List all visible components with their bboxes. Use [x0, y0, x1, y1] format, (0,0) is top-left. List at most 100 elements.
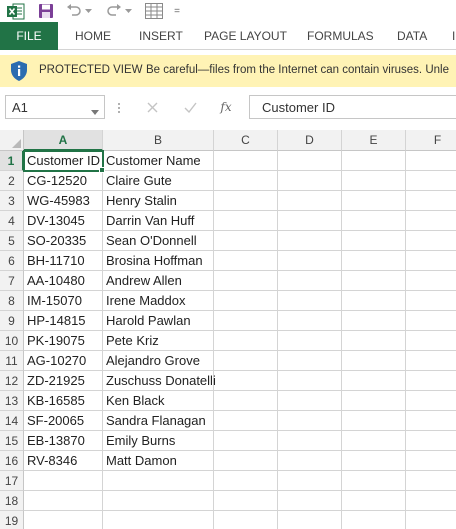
cell-c[interactable] — [214, 311, 278, 331]
cell-d[interactable] — [278, 451, 342, 471]
cell-f[interactable] — [406, 211, 456, 231]
cell-b[interactable]: Zuschuss Donatelli — [103, 371, 216, 391]
cell-c[interactable] — [214, 231, 278, 251]
cell-d[interactable] — [278, 171, 342, 191]
cell-f[interactable] — [406, 351, 456, 371]
cell-d[interactable] — [278, 431, 342, 451]
tab-data[interactable]: DATA — [397, 22, 427, 50]
cell-f[interactable] — [406, 331, 456, 351]
cell-b[interactable]: Claire Gute — [103, 171, 214, 191]
undo-icon[interactable] — [66, 2, 82, 20]
column-header-c[interactable]: C — [214, 130, 278, 151]
select-all-button[interactable] — [0, 130, 24, 151]
cell-c[interactable] — [214, 391, 278, 411]
cell-d[interactable] — [278, 191, 342, 211]
fill-handle[interactable] — [99, 167, 105, 173]
cell-a[interactable]: BH-11710 — [24, 251, 103, 271]
tab-formulas[interactable]: FORMULAS — [307, 22, 374, 50]
row-header[interactable]: 12 — [0, 371, 24, 391]
cell-b[interactable]: Sean O'Donnell — [103, 231, 214, 251]
form-icon[interactable] — [144, 2, 164, 20]
cell-f[interactable] — [406, 391, 456, 411]
cell-e[interactable] — [342, 411, 406, 431]
cell-a[interactable]: PK-19075 — [24, 331, 103, 351]
cell-a[interactable]: CG-12520 — [24, 171, 103, 191]
row-header[interactable]: 5 — [0, 231, 24, 251]
tab-page-layout[interactable]: PAGE LAYOUT — [204, 22, 287, 50]
cell-c[interactable] — [214, 431, 278, 451]
cell-f[interactable] — [406, 291, 456, 311]
cell-d[interactable] — [278, 311, 342, 331]
cell-f[interactable] — [406, 251, 456, 271]
row-header[interactable]: 18 — [0, 491, 24, 511]
cell-b[interactable]: Irene Maddox — [103, 291, 214, 311]
cell-d[interactable] — [278, 471, 342, 491]
column-header-b[interactable]: B — [103, 130, 214, 151]
row-header[interactable]: 4 — [0, 211, 24, 231]
cell-f[interactable] — [406, 411, 456, 431]
cell-f[interactable] — [406, 451, 456, 471]
cell-b[interactable] — [103, 471, 214, 491]
row-header[interactable]: 9 — [0, 311, 24, 331]
cell-b[interactable]: Ken Black — [103, 391, 214, 411]
row-header[interactable]: 15 — [0, 431, 24, 451]
cell-a[interactable]: AG-10270 — [24, 351, 103, 371]
cell-e[interactable] — [342, 251, 406, 271]
cell-a[interactable]: HP-14815 — [24, 311, 103, 331]
cell-f[interactable] — [406, 511, 456, 529]
cell-f[interactable] — [406, 311, 456, 331]
cell-b[interactable]: Sandra Flanagan — [103, 411, 214, 431]
cell-e[interactable] — [342, 431, 406, 451]
cell-b[interactable]: Brosina Hoffman — [103, 251, 214, 271]
cell-e[interactable] — [342, 511, 406, 529]
cell-d[interactable] — [278, 511, 342, 529]
cell-a[interactable]: AA-10480 — [24, 271, 103, 291]
cell-c[interactable] — [214, 411, 278, 431]
cell-a[interactable]: Customer ID — [24, 151, 103, 171]
cell-a[interactable]: EB-13870 — [24, 431, 103, 451]
customize-qat-icon[interactable]: = — [172, 2, 182, 20]
cell-f[interactable] — [406, 491, 456, 511]
chevron-down-icon[interactable] — [91, 104, 99, 115]
cell-c[interactable] — [214, 371, 278, 391]
row-header[interactable]: 17 — [0, 471, 24, 491]
cell-e[interactable] — [342, 211, 406, 231]
column-header-a[interactable]: A — [24, 130, 103, 151]
row-header[interactable]: 7 — [0, 271, 24, 291]
cell-b[interactable]: Matt Damon — [103, 451, 214, 471]
cell-a[interactable]: RV-8346 — [24, 451, 103, 471]
cell-d[interactable] — [278, 291, 342, 311]
cell-b[interactable]: Andrew Allen — [103, 271, 214, 291]
cell-e[interactable] — [342, 391, 406, 411]
cell-a[interactable]: DV-13045 — [24, 211, 103, 231]
cell-b[interactable]: Harold Pawlan — [103, 311, 214, 331]
cell-e[interactable] — [342, 311, 406, 331]
cell-b[interactable]: Customer Name — [103, 151, 214, 171]
row-header[interactable]: 11 — [0, 351, 24, 371]
tab-truncated[interactable]: I — [452, 22, 455, 50]
cell-d[interactable] — [278, 271, 342, 291]
tab-home[interactable]: HOME — [75, 22, 111, 50]
cancel-icon[interactable] — [142, 97, 162, 117]
cell-f[interactable] — [406, 151, 456, 171]
row-header[interactable]: 19 — [0, 511, 24, 529]
cell-a[interactable] — [24, 511, 103, 529]
cell-e[interactable] — [342, 451, 406, 471]
cell-f[interactable] — [406, 431, 456, 451]
undo-dropdown-icon[interactable] — [84, 2, 92, 20]
cell-f[interactable] — [406, 231, 456, 251]
cell-a[interactable]: ZD-21925 — [24, 371, 103, 391]
cell-d[interactable] — [278, 371, 342, 391]
row-header[interactable]: 1 — [0, 151, 24, 171]
row-header[interactable]: 3 — [0, 191, 24, 211]
row-header[interactable]: 16 — [0, 451, 24, 471]
cell-b[interactable]: Emily Burns — [103, 431, 214, 451]
cell-b[interactable]: Alejandro Grove — [103, 351, 214, 371]
cell-a[interactable]: WG-45983 — [24, 191, 103, 211]
cell-e[interactable] — [342, 231, 406, 251]
cell-a[interactable] — [24, 491, 103, 511]
cell-f[interactable] — [406, 271, 456, 291]
cell-b[interactable]: Darrin Van Huff — [103, 211, 214, 231]
name-box[interactable]: A1 — [5, 95, 105, 119]
cell-e[interactable] — [342, 491, 406, 511]
